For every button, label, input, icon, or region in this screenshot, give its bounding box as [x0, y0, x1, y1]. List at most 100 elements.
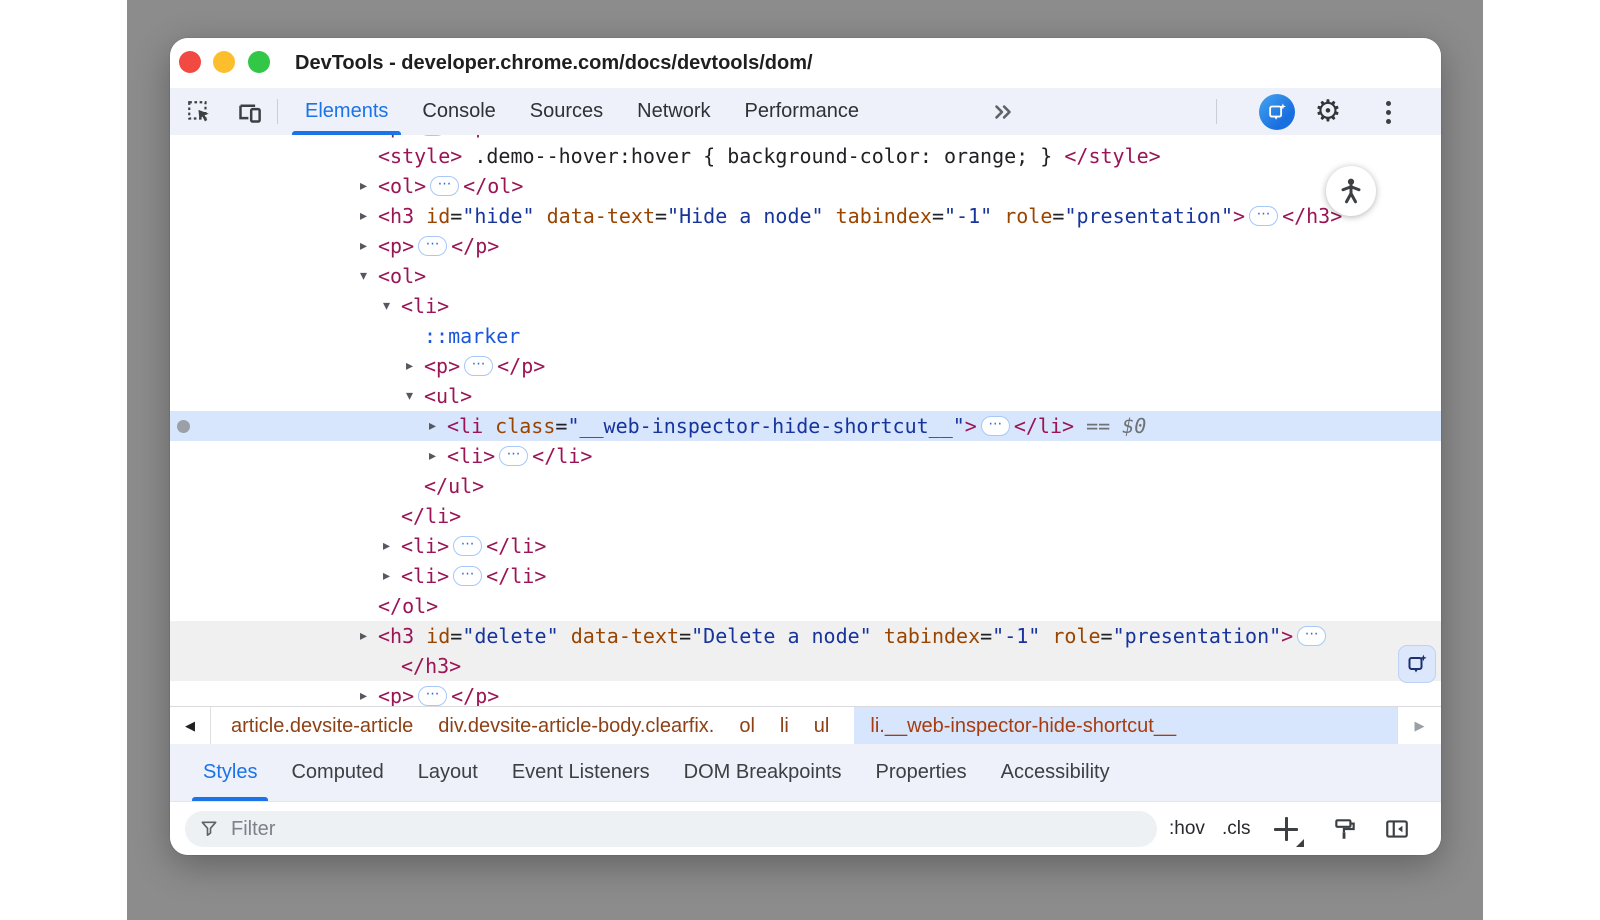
minimize-window-button[interactable] [213, 51, 235, 73]
rendering-emulation-button[interactable] [1330, 815, 1360, 843]
code-token-tag: </li> [486, 561, 546, 591]
tab-event-listeners[interactable]: Event Listeners [495, 744, 667, 801]
dom-tree-row[interactable]: ▸<li>⋯</li> [170, 531, 1441, 561]
code-token-plain: = [980, 621, 992, 651]
breadcrumb-item-article[interactable]: article.devsite-article [231, 707, 413, 745]
code-token-plain [483, 411, 495, 441]
tab-dom-breakpoints[interactable]: DOM Breakpoints [667, 744, 859, 801]
breadcrumb-scroll-left-button[interactable]: ◀ [170, 707, 211, 745]
dom-tree-row[interactable]: </li> [170, 501, 1441, 531]
chevron-double-right-icon [990, 99, 1016, 125]
code-token-tag: <p> [378, 681, 414, 706]
breadcrumb-item-ol[interactable]: ol [739, 707, 755, 745]
tab-elements[interactable]: Elements [288, 88, 405, 135]
tab-properties[interactable]: Properties [859, 744, 984, 801]
ai-assistant-button[interactable] [1259, 94, 1295, 130]
ellipsis-expand-button[interactable]: ⋯ [418, 236, 447, 256]
code-token-attr: tabindex [836, 201, 932, 231]
tab-performance[interactable]: Performance [728, 88, 877, 135]
dom-tree-row[interactable]: ▸<li>⋯</li> [170, 561, 1441, 591]
code-token-val: "Delete a node" [691, 621, 872, 651]
scroll-into-view-button[interactable] [1398, 645, 1436, 683]
device-toolbar-button[interactable] [233, 96, 265, 128]
ellipsis-expand-button[interactable]: ⋯ [453, 566, 482, 586]
code-token-plain [824, 201, 836, 231]
indent-spacer [170, 606, 360, 607]
dom-tree-row[interactable]: <style> .demo--hover:hover { background-… [170, 141, 1441, 171]
breadcrumb-item-selected-li[interactable]: li.__web-inspector-hide-shortcut__ [854, 707, 1397, 745]
tab-computed[interactable]: Computed [274, 744, 400, 801]
new-style-rule-button[interactable] [1270, 813, 1304, 847]
twisty-closed-icon[interactable]: ▸ [360, 231, 378, 261]
twisty-closed-icon[interactable]: ▸ [360, 621, 378, 651]
dom-tree-row[interactable]: ▸<li>⋯</li> [170, 441, 1441, 471]
breadcrumb-item-li[interactable]: li [780, 707, 789, 745]
ellipsis-expand-button[interactable]: ⋯ [981, 416, 1010, 436]
toggle-classes-button[interactable]: .cls [1222, 802, 1251, 855]
ellipsis-expand-button[interactable]: ⋯ [418, 135, 447, 136]
dom-tree-row[interactable]: ▸<p>⋯</p> [170, 351, 1441, 381]
dom-tree-row[interactable]: ▾<ol> [170, 261, 1441, 291]
dom-tree-row[interactable]: ▸<p>⋯</p> [170, 681, 1441, 706]
dom-tree-row[interactable]: ::marker [170, 321, 1441, 351]
code-token-tag: <ul> [424, 381, 472, 411]
dom-tree-row[interactable]: ▸<h3 id="hide" data-text="Hide a node" t… [170, 201, 1441, 231]
code-token-plain [559, 621, 571, 651]
twisty-open-icon[interactable]: ▾ [383, 291, 401, 321]
ellipsis-expand-button[interactable]: ⋯ [418, 686, 447, 706]
style-filter-input[interactable] [229, 817, 1047, 842]
tab-console[interactable]: Console [405, 88, 512, 135]
ellipsis-expand-button[interactable]: ⋯ [453, 536, 482, 556]
twisty-closed-icon[interactable]: ▸ [360, 681, 378, 706]
accessibility-overlay-button[interactable] [1326, 166, 1376, 216]
tab-styles[interactable]: Styles [186, 744, 274, 801]
dom-tree: ▸<p>⋯</p> <style> .demo--hover:hover { ba… [170, 135, 1441, 706]
scroll-into-view-icon [1405, 652, 1429, 676]
dom-tree-row[interactable]: ▸<h3 id="delete" data-text="Delete a nod… [170, 621, 1441, 651]
zoom-window-button[interactable] [248, 51, 270, 73]
inspect-button[interactable] [183, 96, 215, 128]
toggle-hover-state-button[interactable]: :hov [1169, 802, 1205, 855]
close-window-button[interactable] [179, 51, 201, 73]
dom-tree-row[interactable]: ▾<li> [170, 291, 1441, 321]
breadcrumb-item-ul[interactable]: ul [814, 707, 830, 745]
ellipsis-expand-button[interactable]: ⋯ [1249, 206, 1278, 226]
code-token-tag: <p> [378, 231, 414, 261]
indent-spacer [170, 336, 406, 337]
twisty-open-icon[interactable]: ▾ [360, 261, 378, 291]
tab-sources[interactable]: Sources [513, 88, 620, 135]
twisty-closed-icon[interactable]: ▸ [406, 351, 424, 381]
twisty-closed-icon[interactable]: ▸ [360, 171, 378, 201]
more-tabs-button[interactable] [990, 88, 1016, 135]
code-token-val: "-1" [944, 201, 992, 231]
dom-tree-row[interactable]: ▾<ul> [170, 381, 1441, 411]
ellipsis-expand-button[interactable]: ⋯ [499, 446, 528, 466]
twisty-closed-icon[interactable]: ▸ [383, 561, 401, 591]
code-token-pseudo: ::marker [424, 321, 520, 351]
dom-tree-row[interactable]: </ul> [170, 471, 1441, 501]
twisty-closed-icon[interactable]: ▸ [429, 441, 447, 471]
dom-tree-row[interactable]: </h3> [170, 651, 1441, 681]
twisty-closed-icon[interactable]: ▸ [429, 411, 447, 441]
breadcrumb-item-div[interactable]: div.devsite-article-body.clearfix. [438, 707, 714, 745]
dom-tree-row[interactable]: </ol> [170, 591, 1441, 621]
settings-button[interactable]: ⚙ [1310, 90, 1346, 134]
dom-tree-row[interactable]: ▸<li class="__web-inspector-hide-shortcu… [170, 411, 1441, 441]
twisty-closed-icon[interactable]: ▸ [383, 531, 401, 561]
ellipsis-expand-button[interactable]: ⋯ [430, 176, 459, 196]
twisty-open-icon[interactable]: ▾ [406, 381, 424, 411]
ellipsis-expand-button[interactable]: ⋯ [1297, 626, 1326, 646]
dom-tree-row[interactable]: ▸<ol>⋯</ol> [170, 171, 1441, 201]
tab-accessibility[interactable]: Accessibility [984, 744, 1127, 801]
code-token-attr: data-text [547, 201, 655, 231]
code-token-plain [535, 201, 547, 231]
tab-network[interactable]: Network [620, 88, 727, 135]
paint-roller-icon [1332, 816, 1358, 842]
twisty-closed-icon[interactable]: ▸ [360, 201, 378, 231]
breadcrumb-scroll-right-button[interactable]: ▶ [1397, 707, 1441, 745]
toggle-sidebar-button[interactable] [1382, 815, 1412, 843]
tab-layout[interactable]: Layout [401, 744, 495, 801]
ellipsis-expand-button[interactable]: ⋯ [464, 356, 493, 376]
dom-tree-row[interactable]: ▸<p>⋯</p> [170, 231, 1441, 261]
more-options-button[interactable] [1374, 97, 1402, 127]
